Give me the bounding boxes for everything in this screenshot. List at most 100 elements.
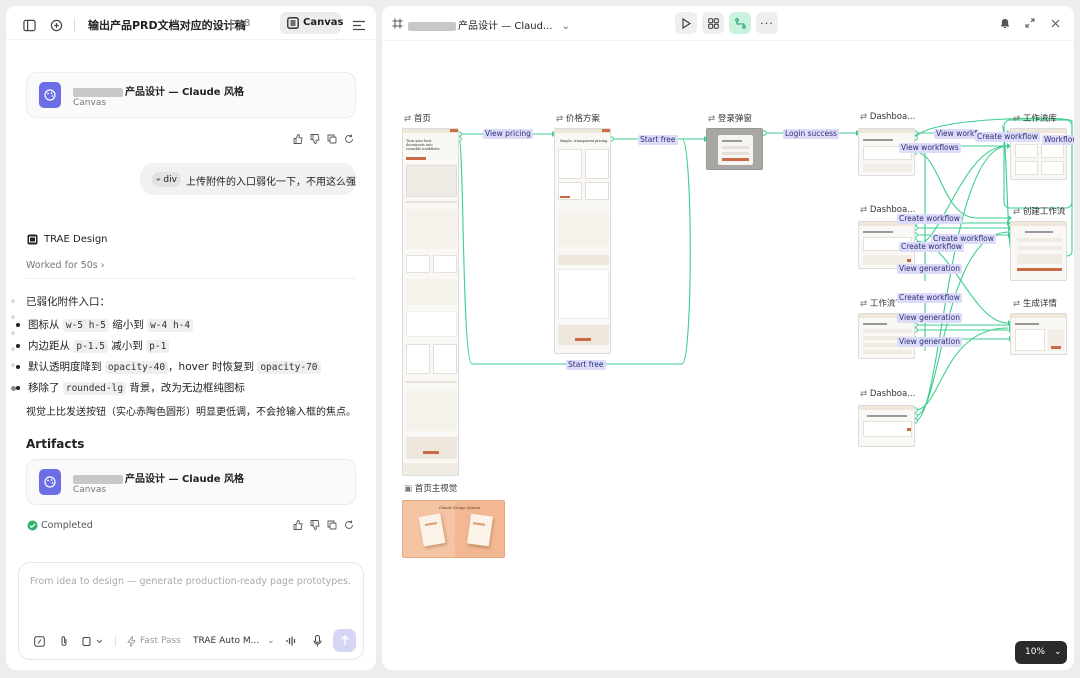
chevron-down-icon: ⌄ [1054,647,1062,657]
login-modal-thumbnail[interactable] [706,128,763,170]
node-icon: ⇄ [860,112,870,122]
retry-icon[interactable] [343,519,355,531]
status-text: Completed [41,520,93,531]
edge-label[interactable]: Workflow [1042,135,1074,145]
model-select[interactable]: TRAE Auto M... ⌄ [193,636,275,646]
node-login-title[interactable]: ⇄ 登录弹窗 [708,112,752,124]
node-icon: ⇄ [556,114,566,124]
node-workflow-library-title[interactable]: ⇄ 工作流库 [1013,112,1057,124]
edge-label[interactable]: Create workflow [897,214,962,224]
artifact-title: 产品设计 — Claude 风格 [125,87,245,98]
generation-detail-thumbnail[interactable] [1010,313,1067,355]
artifacts-heading: Artifacts [26,437,85,451]
node-pricing-title[interactable]: ⇄ 价格方案 [556,112,600,124]
flow-edges [456,117,1073,424]
edge-label[interactable]: Start free [638,135,678,145]
artifact-subtitle: Canvas [73,485,107,495]
sidebar-toggle-icon[interactable] [20,16,38,34]
trae-logo-icon [26,233,38,245]
bullet-item: 移除了 rounded-lg 背景，改为无边框纯图标 [16,382,245,395]
user-message-text: 上传附件的入口弱化一下，不用这么强 [186,177,356,188]
palette-icon [39,469,61,495]
node-home-title[interactable]: ⇄ 首页 [404,112,431,124]
edge-label[interactable]: Start free [566,360,606,370]
menu-lines-icon[interactable] [350,16,368,34]
copy-icon[interactable] [326,519,338,531]
composer: From idea to design — generate productio… [18,562,364,660]
worked-duration[interactable]: Worked for 50s › [26,260,105,271]
node-icon: ⇄ [1013,207,1023,217]
artifact-title: 产品设计 — Claude 风格 [125,474,245,485]
hero-image-thumbnail[interactable]: Claude Design System [402,500,505,558]
thumbs-down-icon[interactable] [309,519,321,531]
chevron-down-icon: ⌄ [267,636,275,646]
edge-label[interactable]: Create workflow [975,132,1040,142]
edge-label[interactable]: View pricing [483,129,533,139]
bullet-item: 默认透明度降到 opacity-40 ，hover 时恢复到 opacity-70 [16,359,321,374]
node-icon: ⇄ [708,114,718,124]
assistant-name: TRAE Design [44,234,108,245]
send-button[interactable] [333,629,356,652]
pricing-page-thumbnail[interactable]: Simple, transparent pricing [554,128,611,354]
thumbs-up-icon[interactable] [292,519,304,531]
canvas-toggle-button[interactable]: Canvas [280,12,343,34]
edge-label[interactable]: View workf [934,129,979,139]
pricing-hero-text: Simple, transparent pricing [559,139,608,143]
home-hero-text: Turn your best documents into reusable w… [406,139,440,151]
zoom-select[interactable]: 10% ⌄ [1015,641,1067,664]
node-create-workflow-title[interactable]: ⇄ 创建工作流 [1013,205,1065,217]
microphone-icon[interactable] [310,634,324,648]
palette-icon [39,82,61,108]
folder-icon [229,17,243,31]
edge-label[interactable]: Login success [783,129,839,139]
chevron-right-icon: › [100,260,105,271]
new-chat-icon[interactable] [47,16,65,34]
edge-label[interactable]: View workflows [899,143,961,153]
hero-brand-text: Claude Design System [439,506,480,510]
node-icon: ⇄ [404,114,414,124]
artifact-card-top[interactable]: 产品设计 — Claude 风格 Canvas [26,72,356,118]
create-workflow-thumbnail[interactable] [1010,221,1067,281]
waveform-icon[interactable] [284,634,298,648]
edge-label[interactable]: View generation [897,264,962,274]
node-icon: ⇄ [1013,114,1023,124]
thumbs-down-icon[interactable] [309,133,321,145]
fast-pass-toggle[interactable]: Fast Pass [140,636,181,646]
check-circle-icon [26,519,38,531]
element-tag: ⌖ div [152,172,181,187]
assistant-summary: 视觉上比发送按钮（实心赤陶色圆形）明显更低调，不会抢输入框的焦点。 [26,407,356,418]
edge-label[interactable]: Create workflow [897,293,962,303]
node-dashboard-1-title[interactable]: ⇄ Dashboa... [860,112,915,122]
folder-count: 8 [244,18,251,29]
thumbs-up-icon[interactable] [292,133,304,145]
edge-label[interactable]: View generation [897,337,962,347]
attach-icon[interactable] [57,634,71,648]
assistant-intro: 已弱化附件入口： [26,296,110,308]
image-icon: ▣ [404,484,415,494]
home-page-thumbnail[interactable]: Turn your best documents into reusable w… [402,128,459,476]
scroll-indicator[interactable] [11,386,16,391]
edge-label[interactable]: Create workflow [899,242,964,252]
edge-label[interactable]: View generation [897,313,962,323]
node-generation-detail-title[interactable]: ⇄ 生成详情 [1013,297,1057,309]
node-icon: ⇄ [860,389,870,399]
conversation-title: 输出产品PRD文档对应的设计稿 [88,19,246,32]
chat-panel: 输出产品PRD文档对应的设计稿 8 Canvas 产品设计 — Claude 风… [6,6,376,670]
copy-icon[interactable] [326,133,338,145]
node-icon: ⇄ [860,299,870,309]
shortcut-icon[interactable] [32,634,46,648]
retry-icon[interactable] [343,133,355,145]
pointer-icon: ⌖ [156,175,161,184]
canvas-icon [286,16,300,30]
artifact-card[interactable]: 产品设计 — Claude 风格 Canvas [26,459,356,505]
node-icon: ⇄ [1013,299,1023,309]
user-message: ⌖ div 上传附件的入口弱化一下，不用这么强 [140,163,356,195]
node-icon: ⇄ [860,205,870,215]
node-hero-title[interactable]: ▣ 首页主视觉 [404,482,457,494]
mode-select-icon[interactable] [81,634,105,648]
bolt-icon [125,634,137,648]
prompt-input[interactable]: From idea to design — generate productio… [30,576,351,587]
node-dashboard-3-title[interactable]: ⇄ Dashboa... [860,389,915,399]
dashboard-3-thumbnail[interactable] [858,405,915,447]
bullet-item: 内边距从 p-1.5 减小到 p-1 [15,338,170,353]
